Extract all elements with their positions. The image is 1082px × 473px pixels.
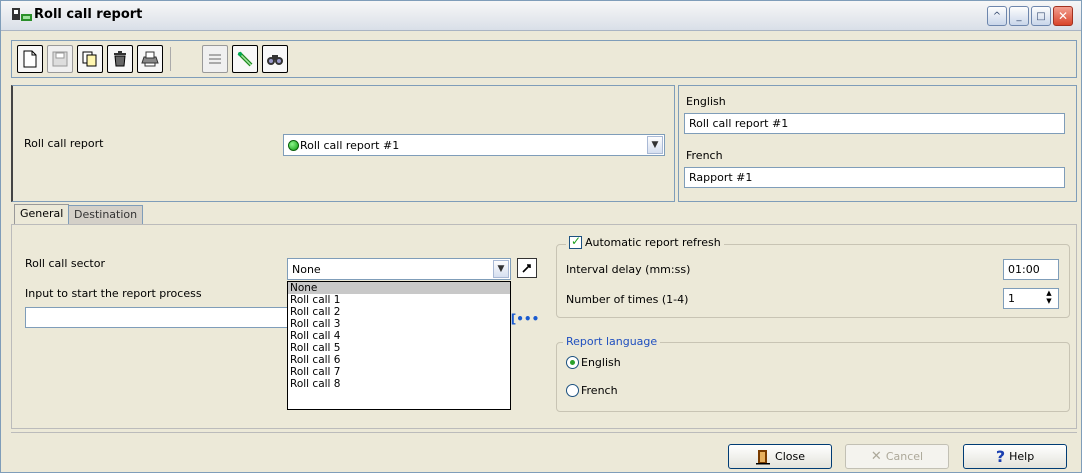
dropdown-option[interactable]: Roll call 3: [288, 318, 510, 330]
close-icon[interactable]: ✕: [1053, 6, 1073, 26]
question-mark-icon: ?: [995, 447, 1006, 466]
roll-call-sector-label: Roll call sector: [25, 257, 105, 270]
app-icon: [12, 8, 32, 21]
status-icon: [288, 140, 299, 151]
delete-icon[interactable]: [107, 45, 133, 73]
window-title: Roll call report: [34, 7, 143, 22]
toolbar: [11, 40, 1077, 78]
french-name-field[interactable]: Rapport #1: [684, 167, 1065, 188]
radio-icon[interactable]: [566, 384, 579, 397]
refresh-groupbox: [556, 244, 1070, 318]
dropdown-option[interactable]: Roll call 1: [288, 294, 510, 306]
refresh-checkbox[interactable]: ✓: [569, 234, 582, 249]
dropdown-option[interactable]: Roll call 7: [288, 366, 510, 378]
language-option-french[interactable]: French: [566, 384, 618, 397]
maximize-icon[interactable]: □: [1031, 6, 1051, 26]
chevron-down-icon[interactable]: ▼: [493, 260, 509, 278]
dropdown-option[interactable]: Roll call 2: [288, 306, 510, 318]
refresh-toggle[interactable]: ✓ Automatic report refresh: [566, 234, 724, 249]
browse-input-icon[interactable]: [•••: [511, 309, 540, 329]
cancel-button[interactable]: ✕ Cancel: [845, 444, 949, 469]
help-button[interactable]: ? Help: [963, 444, 1067, 469]
cancel-icon: ✕: [870, 449, 882, 464]
dropdown-option[interactable]: Roll call 8: [288, 378, 510, 390]
print-icon[interactable]: [137, 45, 163, 73]
new-icon[interactable]: [17, 45, 43, 73]
report-select-value: Roll call report #1: [300, 139, 400, 152]
times-label: Number of times (1-4): [566, 293, 689, 306]
dropdown-option[interactable]: Roll call 5: [288, 342, 510, 354]
roll-call-sector-select[interactable]: None ▼: [287, 258, 511, 280]
report-language-title: Report language: [563, 335, 661, 348]
english-name-field[interactable]: Roll call report #1: [684, 113, 1065, 134]
dropdown-option[interactable]: None: [288, 282, 510, 294]
copy-icon[interactable]: [77, 45, 103, 73]
link-icon[interactable]: [232, 45, 258, 73]
tab-general[interactable]: General: [14, 204, 70, 225]
edit-sector-icon[interactable]: [517, 258, 537, 278]
report-selector-panel: Roll call report Roll call report #1 ▼: [11, 85, 675, 202]
interval-field[interactable]: 01:00: [1003, 259, 1059, 280]
minimize-icon[interactable]: _: [1009, 6, 1029, 26]
report-language-groupbox: [556, 342, 1070, 412]
interval-label: Interval delay (mm:ss): [566, 263, 691, 276]
roll-call-report-window: Roll call report ^ _ □ ✕ Roll call repor…: [0, 0, 1082, 473]
input-start-label: Input to start the report process: [25, 287, 202, 300]
times-stepper[interactable]: 1 ▲ ▼: [1003, 288, 1059, 309]
radio-selected-icon[interactable]: [566, 356, 579, 369]
language-names-panel: English Roll call report #1 French Rappo…: [678, 85, 1077, 202]
input-start-field[interactable]: [25, 307, 289, 328]
door-icon: [756, 449, 771, 464]
refresh-title: Automatic report refresh: [585, 236, 721, 249]
tab-destination[interactable]: Destination: [68, 205, 144, 224]
language-option-english[interactable]: English: [566, 356, 621, 369]
roll-call-sector-value: None: [292, 263, 321, 276]
title-bar: Roll call report ^ _ □ ✕: [1, 1, 1081, 31]
dropdown-option[interactable]: Roll call 6: [288, 354, 510, 366]
report-label: Roll call report: [24, 137, 104, 150]
save-icon[interactable]: [47, 45, 73, 73]
help-icon[interactable]: ^: [987, 6, 1007, 26]
report-select[interactable]: Roll call report #1 ▼: [283, 134, 665, 156]
dropdown-option[interactable]: Roll call 4: [288, 330, 510, 342]
find-icon[interactable]: [262, 45, 288, 73]
times-value: 1: [1008, 292, 1015, 305]
list-icon[interactable]: [202, 45, 228, 73]
spin-icon[interactable]: ▲ ▼: [1041, 289, 1057, 308]
roll-call-sector-dropdown: None Roll call 1 Roll call 2 Roll call 3…: [287, 281, 511, 410]
english-label: English: [686, 95, 726, 108]
close-button[interactable]: Close: [728, 444, 832, 469]
french-label: French: [686, 149, 723, 162]
chevron-down-icon[interactable]: ▼: [647, 136, 663, 154]
